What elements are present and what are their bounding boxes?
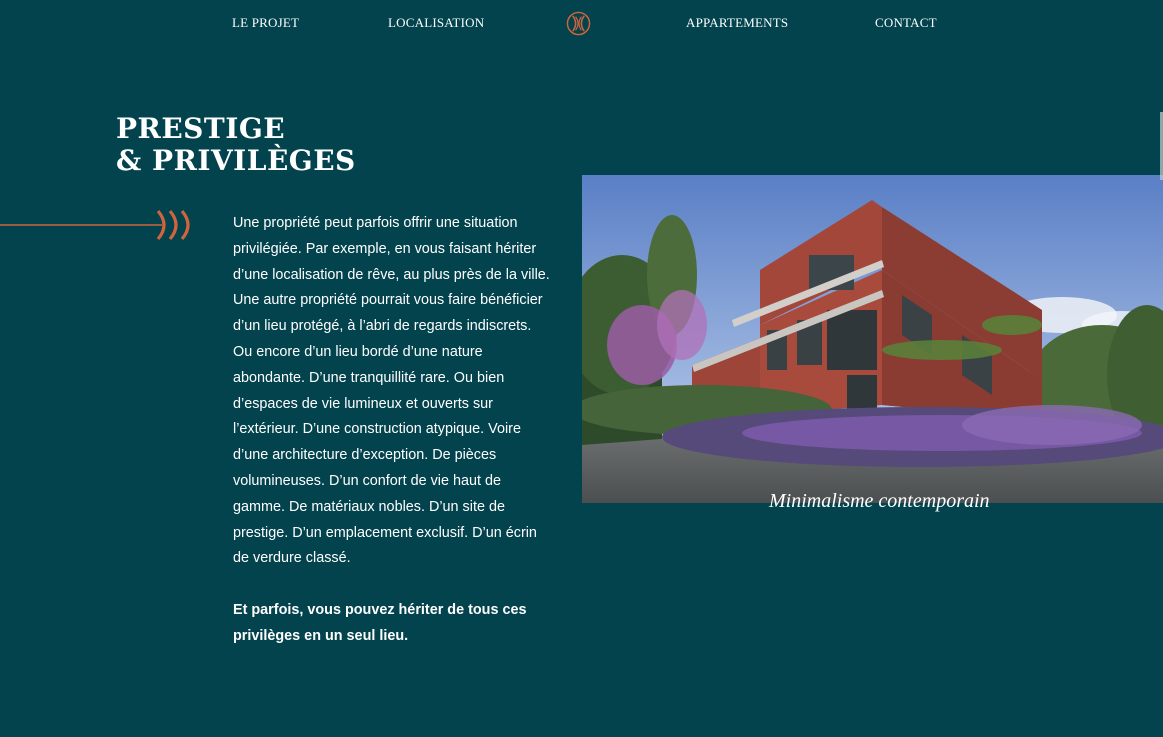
section-body: Une propriété peut parfois offrir une si… [233,211,551,650]
nav-localisation[interactable]: LOCALISATION [388,15,484,31]
arrow-decoration-icon [0,209,190,241]
photo-caption: Minimalisme contemporain [769,490,990,512]
building-illustration [582,175,1163,503]
nav-appartements[interactable]: APPARTEMENTS [686,15,788,31]
main-nav: LE PROJET LOCALISATION APPARTEMENTS CONT… [0,0,1163,46]
brand-logo-icon[interactable] [566,11,591,36]
section-title-line1: PRESTIGE [116,112,286,145]
body-paragraph: Une propriété peut parfois offrir une si… [233,215,550,567]
nav-contact[interactable]: CONTACT [875,15,937,31]
nav-le-projet[interactable]: LE PROJET [232,15,299,31]
building-photo [582,175,1163,503]
body-closing: Et parfois, vous pouvez hériter de tous … [233,601,527,644]
section-title-line2: & PRIVILÈGES [116,144,356,177]
section-title: PRESTIGE & PRIVILÈGES [116,113,356,177]
